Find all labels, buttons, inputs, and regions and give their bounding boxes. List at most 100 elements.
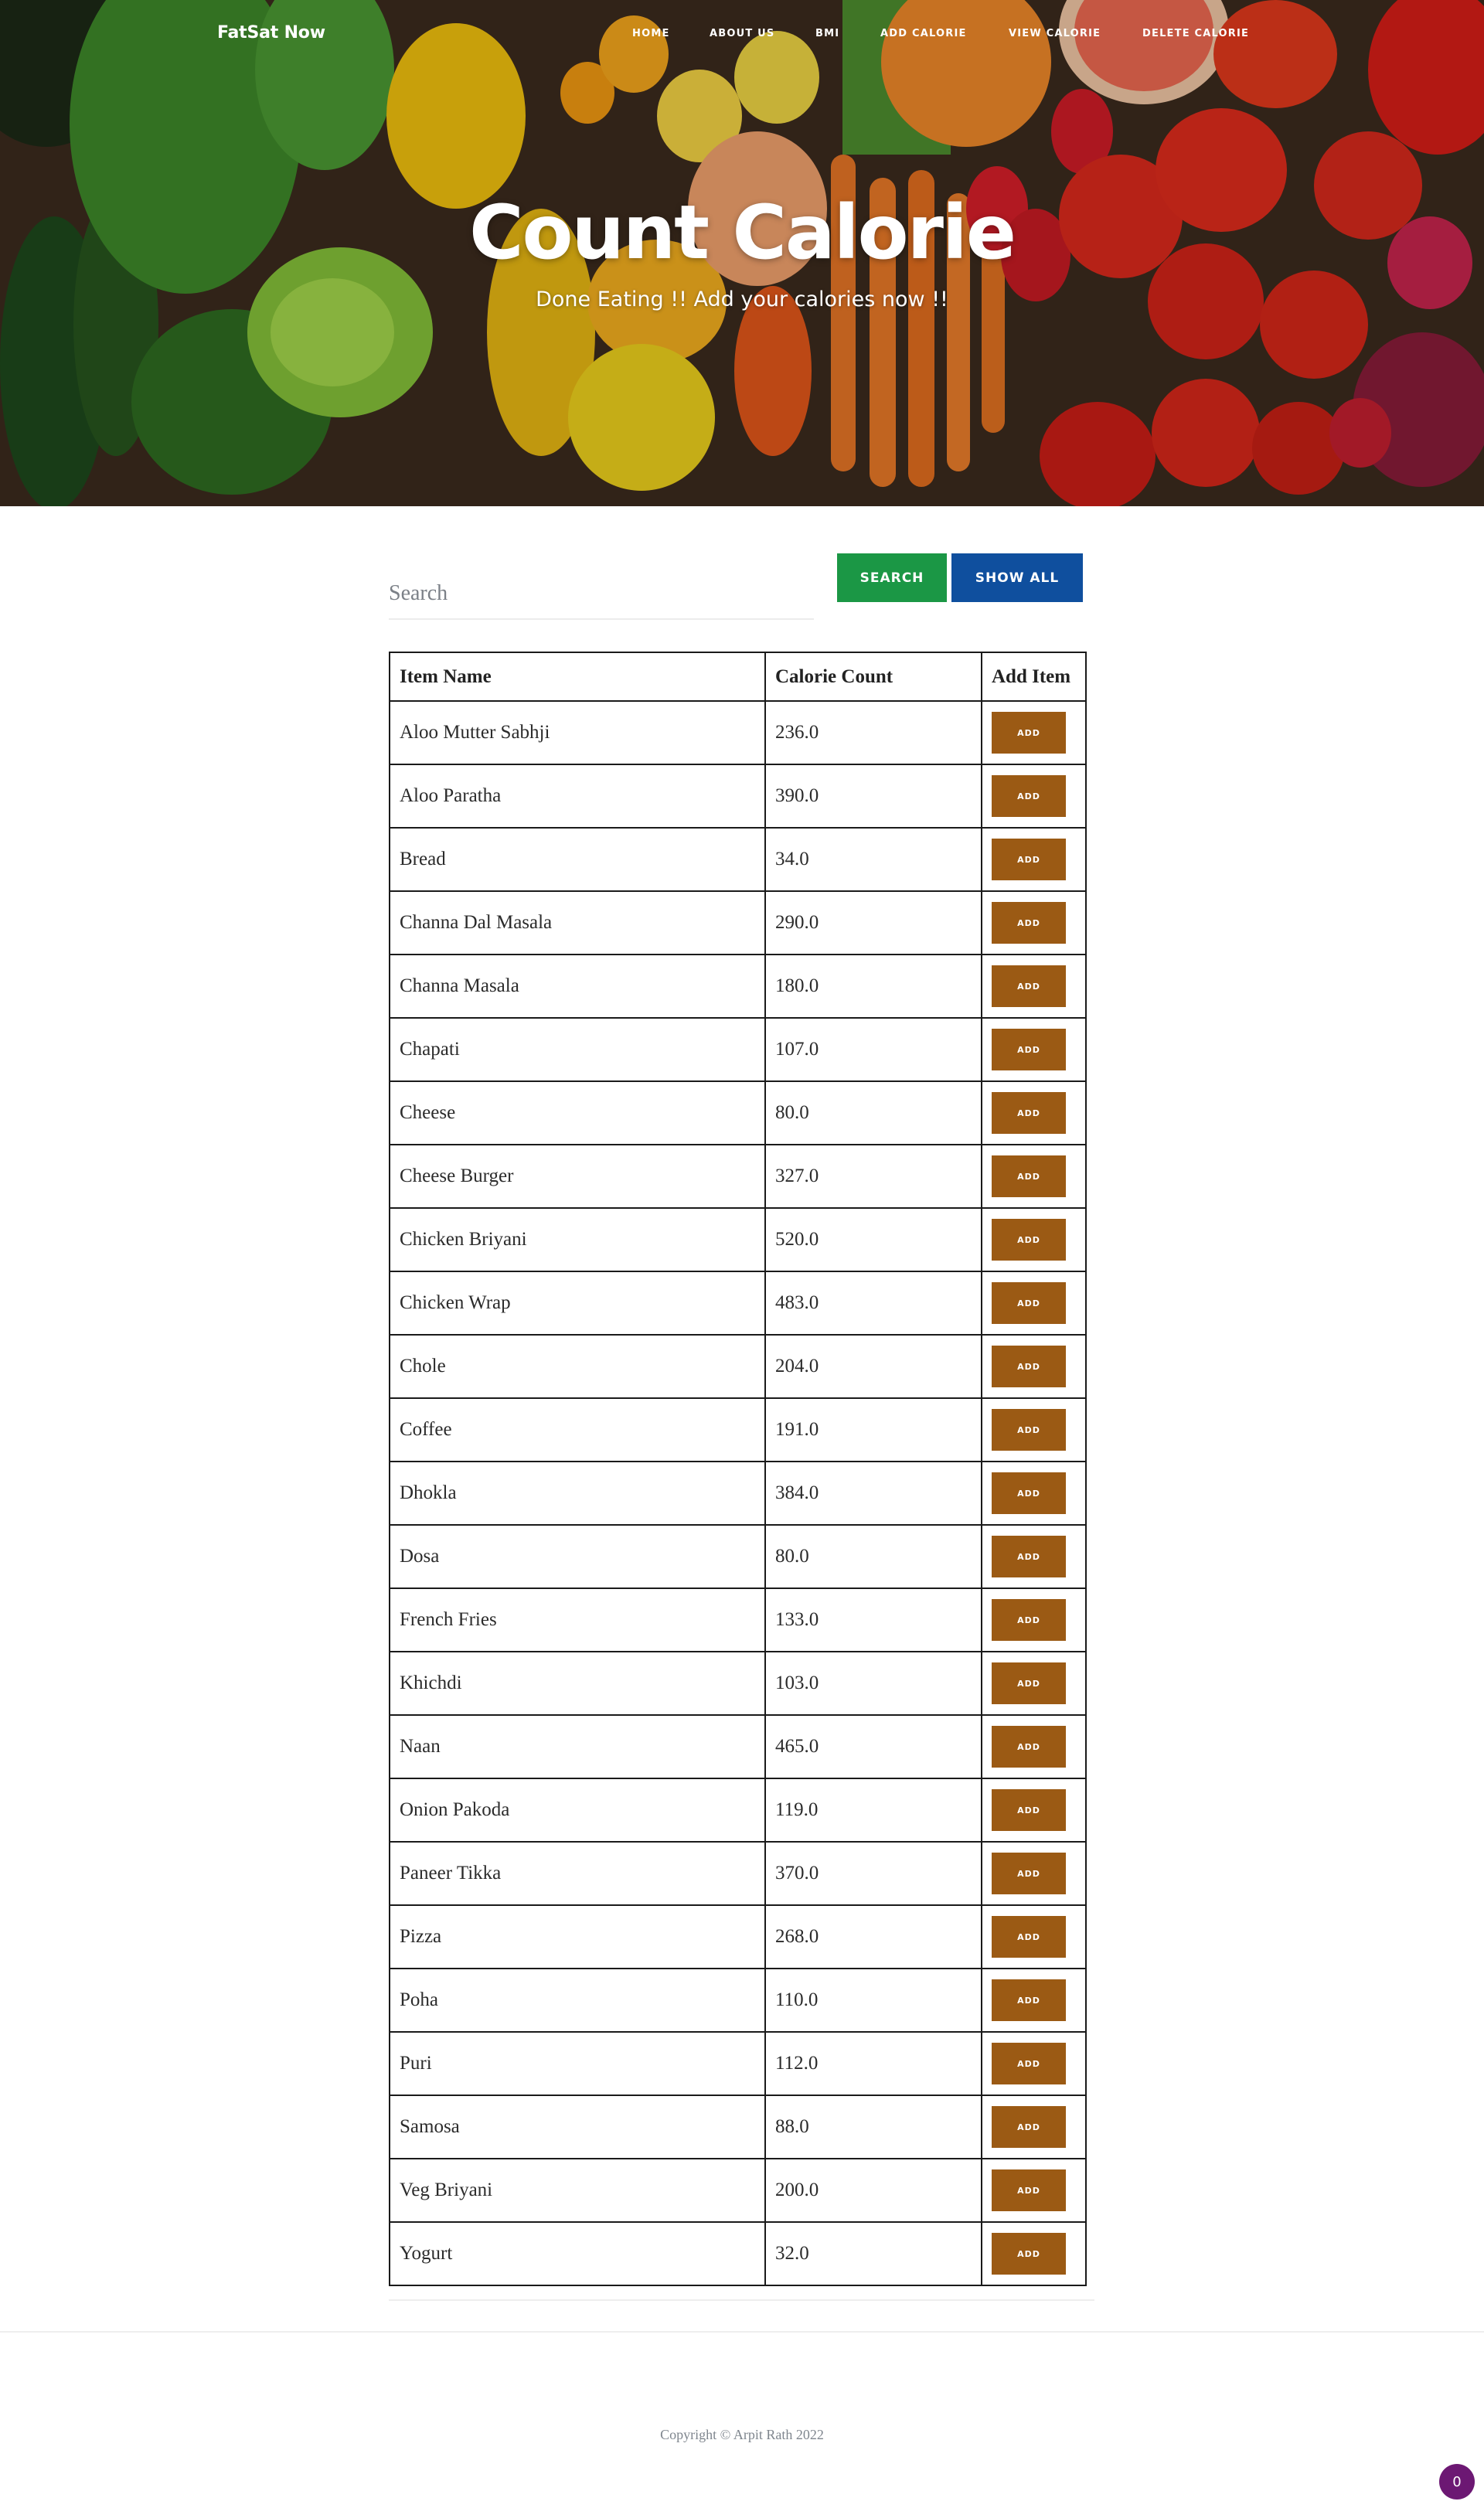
add-item-button[interactable]: ADD bbox=[992, 965, 1066, 1007]
add-item-button[interactable]: ADD bbox=[992, 1599, 1066, 1641]
nav-add-calorie[interactable]: ADD CALORIE bbox=[880, 28, 967, 39]
add-item-button[interactable]: ADD bbox=[992, 1282, 1066, 1324]
calorie-count-cell: 80.0 bbox=[764, 1080, 982, 1145]
table-row: Onion Pakoda 119.0 ADD bbox=[389, 1778, 1087, 1843]
nav-bmi[interactable]: BMI bbox=[815, 28, 839, 39]
calorie-count-cell: 32.0 bbox=[764, 2221, 982, 2286]
add-item-button[interactable]: ADD bbox=[992, 2169, 1066, 2211]
add-item-cell: ADD bbox=[981, 1714, 1087, 1779]
calorie-count-cell: 103.0 bbox=[764, 1651, 982, 1716]
add-item-button[interactable]: ADD bbox=[992, 1409, 1066, 1451]
table-row: Dhokla 384.0 ADD bbox=[389, 1461, 1087, 1526]
table-body: Aloo Mutter Sabhji 236.0 ADD Aloo Paratha 39… bbox=[389, 700, 1087, 2286]
table-row: Veg Briyani 200.0 ADD bbox=[389, 2158, 1087, 2223]
column-header-calorie-count: Calorie Count bbox=[764, 652, 982, 702]
item-name-cell: Channa Masala bbox=[389, 954, 766, 1019]
item-name-cell: Dosa bbox=[389, 1524, 766, 1589]
calorie-count-cell: 268.0 bbox=[764, 1904, 982, 1969]
nav-home[interactable]: HOME bbox=[632, 28, 670, 39]
item-name-cell: Samosa bbox=[389, 2095, 766, 2159]
add-item-cell: ADD bbox=[981, 2221, 1087, 2286]
add-item-cell: ADD bbox=[981, 1904, 1087, 1969]
table-row: Bread 34.0 ADD bbox=[389, 827, 1087, 892]
add-item-button[interactable]: ADD bbox=[992, 1536, 1066, 1577]
add-item-cell: ADD bbox=[981, 1397, 1087, 1462]
add-item-cell: ADD bbox=[981, 1587, 1087, 1652]
table-row: Cheese 80.0 ADD bbox=[389, 1080, 1087, 1145]
add-item-cell: ADD bbox=[981, 827, 1087, 892]
item-name-cell: Onion Pakoda bbox=[389, 1778, 766, 1843]
add-item-cell: ADD bbox=[981, 1651, 1087, 1716]
item-name-cell: Poha bbox=[389, 1968, 766, 2033]
add-item-button[interactable]: ADD bbox=[992, 1726, 1066, 1768]
calorie-count-cell: 88.0 bbox=[764, 2095, 982, 2159]
add-item-button[interactable]: ADD bbox=[992, 1853, 1066, 1894]
page-title: Count Calorie bbox=[469, 189, 1016, 276]
add-item-button[interactable]: ADD bbox=[992, 1916, 1066, 1958]
table-row: Pizza 268.0 ADD bbox=[389, 1904, 1087, 1969]
add-item-cell: ADD bbox=[981, 1017, 1087, 1082]
calorie-count-cell: 133.0 bbox=[764, 1587, 982, 1652]
add-item-button[interactable]: ADD bbox=[992, 775, 1066, 817]
calorie-count-cell: 204.0 bbox=[764, 1334, 982, 1399]
notification-badge[interactable]: 0 bbox=[1439, 2464, 1475, 2499]
show-all-button[interactable]: SHOW ALL bbox=[951, 553, 1083, 602]
table-row: Chapati 107.0 ADD bbox=[389, 1017, 1087, 1082]
add-item-cell: ADD bbox=[981, 1080, 1087, 1145]
calorie-count-cell: 327.0 bbox=[764, 1144, 982, 1209]
calorie-count-cell: 34.0 bbox=[764, 827, 982, 892]
add-item-button[interactable]: ADD bbox=[992, 1662, 1066, 1704]
add-item-cell: ADD bbox=[981, 1271, 1087, 1336]
hero-banner: FatSat Now HOME ABOUT US BMI ADD CALORIE… bbox=[0, 0, 1484, 506]
add-item-button[interactable]: ADD bbox=[992, 1346, 1066, 1387]
nav-delete-calorie[interactable]: DELETE CALORIE bbox=[1142, 28, 1249, 39]
nav-links: HOME ABOUT US BMI ADD CALORIE VIEW CALOR… bbox=[0, 28, 1484, 43]
table-header-row: Item Name Calorie Count Add Item bbox=[389, 652, 1087, 702]
calorie-count-cell: 200.0 bbox=[764, 2158, 982, 2223]
search-input[interactable] bbox=[389, 553, 814, 620]
item-name-cell: Chicken Briyani bbox=[389, 1207, 766, 1272]
item-name-cell: Pizza bbox=[389, 1904, 766, 1969]
item-name-cell: Dhokla bbox=[389, 1461, 766, 1526]
item-name-cell: Yogurt bbox=[389, 2221, 766, 2286]
item-name-cell: Aloo Mutter Sabhji bbox=[389, 700, 766, 765]
add-item-button[interactable]: ADD bbox=[992, 1029, 1066, 1070]
calorie-count-cell: 112.0 bbox=[764, 2031, 982, 2096]
add-item-button[interactable]: ADD bbox=[992, 902, 1066, 944]
copyright-text: Copyright © Arpit Rath 2022 bbox=[660, 2427, 824, 2442]
top-navbar: FatSat Now HOME ABOUT US BMI ADD CALORIE… bbox=[0, 0, 1484, 71]
table-row: French Fries 133.0 ADD bbox=[389, 1587, 1087, 1652]
calorie-count-cell: 180.0 bbox=[764, 954, 982, 1019]
item-name-cell: Channa Dal Masala bbox=[389, 890, 766, 955]
item-name-cell: Chicken Wrap bbox=[389, 1271, 766, 1336]
calorie-count-cell: 483.0 bbox=[764, 1271, 982, 1336]
item-name-cell: Cheese bbox=[389, 1080, 766, 1145]
add-item-button[interactable]: ADD bbox=[992, 712, 1066, 754]
add-item-cell: ADD bbox=[981, 1144, 1087, 1209]
item-name-cell: Naan bbox=[389, 1714, 766, 1779]
add-item-button[interactable]: ADD bbox=[992, 2043, 1066, 2084]
table-row: Chicken Briyani 520.0 ADD bbox=[389, 1207, 1087, 1272]
calorie-count-cell: 107.0 bbox=[764, 1017, 982, 1082]
add-item-button[interactable]: ADD bbox=[992, 1092, 1066, 1134]
calorie-table: Item Name Calorie Count Add Item Aloo Mu… bbox=[389, 652, 1087, 2286]
add-item-cell: ADD bbox=[981, 1524, 1087, 1589]
add-item-button[interactable]: ADD bbox=[992, 1155, 1066, 1197]
add-item-button[interactable]: ADD bbox=[992, 1219, 1066, 1261]
calorie-count-cell: 236.0 bbox=[764, 700, 982, 765]
search-bar: SEARCH SHOW ALL bbox=[389, 553, 1084, 623]
nav-about-us[interactable]: ABOUT US bbox=[710, 28, 775, 39]
add-item-button[interactable]: ADD bbox=[992, 1979, 1066, 2021]
add-item-cell: ADD bbox=[981, 954, 1087, 1019]
calorie-count-cell: 110.0 bbox=[764, 1968, 982, 2033]
table-row: Channa Masala 180.0 ADD bbox=[389, 954, 1087, 1019]
add-item-button[interactable]: ADD bbox=[992, 2233, 1066, 2275]
search-button[interactable]: SEARCH bbox=[837, 553, 947, 602]
add-item-button[interactable]: ADD bbox=[992, 1472, 1066, 1514]
add-item-button[interactable]: ADD bbox=[992, 2106, 1066, 2148]
add-item-button[interactable]: ADD bbox=[992, 1789, 1066, 1831]
add-item-button[interactable]: ADD bbox=[992, 839, 1066, 880]
nav-view-calorie[interactable]: VIEW CALORIE bbox=[1009, 28, 1101, 39]
table-row: Dosa 80.0 ADD bbox=[389, 1524, 1087, 1589]
table-row: Poha 110.0 ADD bbox=[389, 1968, 1087, 2033]
